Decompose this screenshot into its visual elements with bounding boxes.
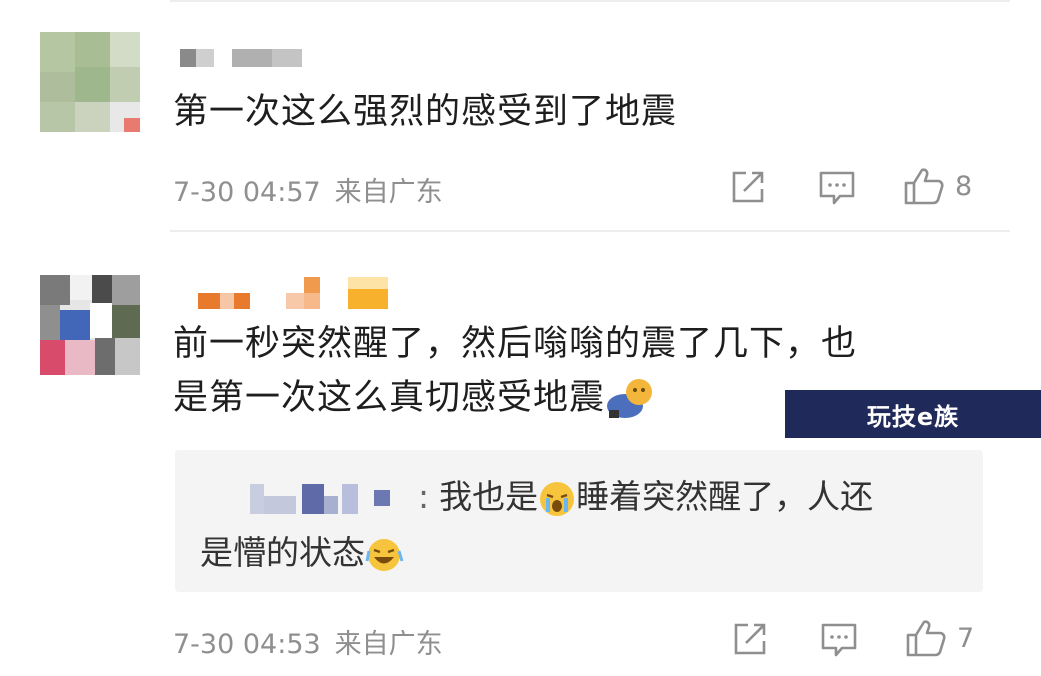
reply-text-line-1: : 我也是 睡着突然醒了，人还	[418, 470, 873, 524]
thumbs-up-icon	[906, 620, 946, 657]
comment-text-line-2-text: 是第一次这么真切感受地震	[173, 378, 606, 418]
repost-button[interactable]	[730, 170, 766, 204]
like-count: 7	[957, 622, 975, 654]
comment-divider	[170, 230, 1010, 232]
comment-button[interactable]	[818, 170, 856, 206]
comment-text-line-2: 是第一次这么真切感受地震	[173, 372, 657, 424]
thumbs-up-icon	[904, 168, 944, 205]
share-box-icon	[732, 171, 764, 203]
like-button[interactable]: 8	[903, 166, 972, 206]
comment-button[interactable]	[820, 622, 858, 658]
reply-separator: :	[418, 477, 430, 516]
watermark: 玩技e族	[785, 390, 1041, 438]
comment-date: 7-30 04:53	[173, 629, 321, 660]
comment-meta: 7-30 04:53 来自广东	[173, 622, 457, 661]
top-divider	[170, 0, 1010, 2]
crying-emoji-icon	[540, 481, 575, 516]
share-box-icon	[734, 623, 766, 655]
avatar[interactable]	[40, 32, 140, 132]
comment-location: 来自广东	[334, 629, 443, 660]
comment-date: 7-30 04:57	[173, 177, 321, 208]
reply-text-line-2: 是懵的状态	[200, 526, 405, 580]
comment-text: 第一次这么强烈的感受到了地震	[173, 92, 678, 132]
avatar[interactable]	[40, 275, 140, 375]
comment-text-line-1: 前一秒突然醒了，然后嗡嗡的震了几下，也	[173, 324, 858, 364]
comment-icon	[821, 623, 857, 657]
reply-text-part-2: 睡着突然醒了，人还	[576, 477, 874, 516]
reply-username-blurred[interactable]	[250, 484, 430, 518]
username-blurred[interactable]	[180, 47, 320, 69]
like-button[interactable]: 7	[905, 618, 974, 658]
hug-emoji-icon	[607, 379, 653, 418]
reply-text-part-1: 我也是	[439, 477, 539, 516]
laughing-emoji-icon	[365, 538, 404, 571]
username-blurred[interactable]	[198, 275, 398, 311]
like-count: 8	[955, 170, 973, 202]
reply-text-line-2-text: 是懵的状态	[200, 533, 365, 572]
repost-button[interactable]	[732, 622, 768, 656]
comment-icon	[819, 171, 855, 205]
comment-meta: 7-30 04:57 来自广东	[173, 170, 457, 209]
comment-location: 来自广东	[334, 177, 443, 208]
